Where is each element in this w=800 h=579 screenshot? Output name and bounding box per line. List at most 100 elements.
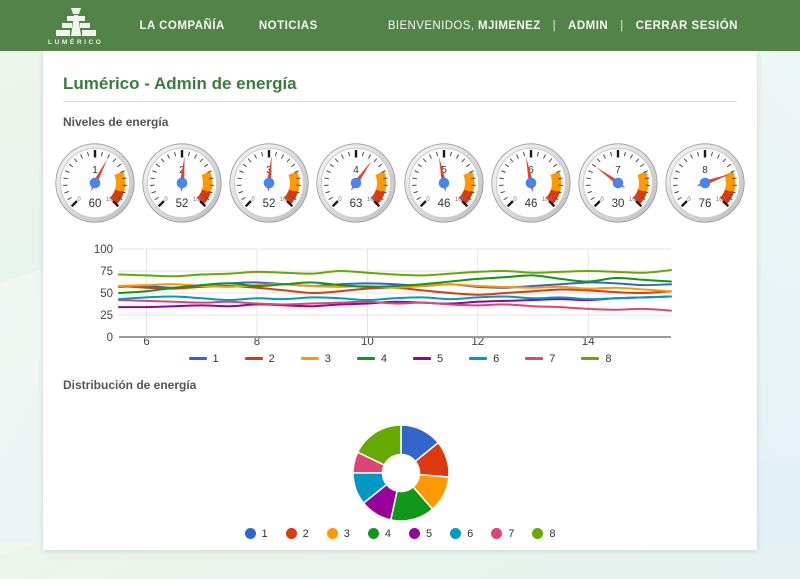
legend-line-swatch [189, 357, 207, 360]
pie-legend-item-5: 5 [409, 528, 432, 540]
line-legend-item-4: 4 [357, 353, 387, 365]
line-legend-item-2: 2 [245, 353, 275, 365]
legend-label: 1 [262, 528, 268, 540]
svg-text:4: 4 [354, 165, 360, 176]
svg-text:25: 25 [100, 310, 113, 322]
svg-text:1: 1 [92, 165, 98, 176]
pyramid-logo-icon [52, 7, 100, 38]
gauges-row: 0100160010025201003520100463010054601006… [55, 143, 745, 223]
legend-label: 3 [344, 528, 350, 540]
legend-label: 1 [213, 353, 219, 365]
legend-label: 3 [325, 353, 331, 365]
nav-separator: | [620, 20, 623, 32]
legend-line-swatch [581, 357, 599, 360]
svg-text:100: 100 [106, 197, 117, 203]
svg-text:60: 60 [89, 198, 102, 210]
pie-legend-item-8: 8 [532, 528, 555, 540]
divider [63, 101, 737, 102]
gauge-4: 0100463 [316, 143, 396, 223]
svg-text:75: 75 [100, 266, 113, 278]
svg-text:52: 52 [176, 198, 189, 210]
svg-text:100: 100 [629, 197, 640, 203]
svg-text:100: 100 [193, 197, 204, 203]
line-legend-item-8: 8 [581, 353, 611, 365]
pie-legend-item-2: 2 [286, 528, 309, 540]
svg-text:100: 100 [94, 244, 113, 256]
svg-text:30: 30 [611, 198, 624, 210]
brand-name: LUMÉRICO [48, 39, 103, 46]
svg-text:7: 7 [615, 165, 621, 176]
gauge-2: 0100252 [142, 143, 222, 223]
nav-logout-link[interactable]: CERRAR SESIÓN [636, 20, 738, 32]
gauge-8: 0100876 [665, 143, 745, 223]
legend-label: 5 [437, 353, 443, 365]
pie-legend-item-6: 6 [450, 528, 473, 540]
legend-line-swatch [469, 357, 487, 360]
svg-text:100: 100 [367, 197, 378, 203]
line-legend-item-3: 3 [301, 353, 331, 365]
gauge-1: 0100160 [55, 143, 135, 223]
svg-text:46: 46 [524, 198, 537, 210]
line-legend-item-7: 7 [525, 353, 555, 365]
nav-admin-link[interactable]: ADMIN [568, 20, 608, 32]
legend-dot-swatch [245, 528, 256, 539]
legend-dot-swatch [450, 528, 461, 539]
gauge-7: 0100730 [578, 143, 658, 223]
legend-label: 6 [467, 528, 473, 540]
legend-dot-swatch [368, 528, 379, 539]
svg-text:50: 50 [100, 288, 113, 300]
legend-label: 2 [303, 528, 309, 540]
main-nav-item[interactable]: NOTICIAS [259, 20, 318, 32]
legend-label: 8 [549, 528, 555, 540]
legend-dot-swatch [327, 528, 338, 539]
line-legend-item-5: 5 [413, 353, 443, 365]
svg-text:63: 63 [350, 198, 363, 210]
legend-line-swatch [413, 357, 431, 360]
svg-text:100: 100 [280, 197, 291, 203]
svg-text:100: 100 [542, 197, 553, 203]
gauge-3: 0100352 [229, 143, 309, 223]
line-legend-item-6: 6 [469, 353, 499, 365]
gauge-6: 0100646 [491, 143, 571, 223]
welcome-text: BIENVENIDOS, MJIMENEZ [388, 20, 541, 32]
svg-text:46: 46 [437, 198, 450, 210]
legend-line-swatch [301, 357, 319, 360]
legend-label: 5 [426, 528, 432, 540]
legend-label: 8 [605, 353, 611, 365]
legend-line-swatch [357, 357, 375, 360]
legend-label: 6 [493, 353, 499, 365]
section-distribution-title: Distribución de energía [63, 378, 737, 392]
line-legend-item-1: 1 [189, 353, 219, 365]
pie-chart [63, 394, 737, 522]
pie-chart-legend: 12345678 [63, 527, 737, 540]
username: MJIMENEZ [478, 20, 541, 32]
legend-dot-swatch [409, 528, 420, 539]
line-chart-legend: 1 2 3 4 5 6 7 8 [63, 352, 737, 365]
legend-dot-swatch [532, 528, 543, 539]
legend-dot-swatch [491, 528, 502, 539]
pie-legend-item-3: 3 [327, 528, 350, 540]
page-title: Lumérico - Admin de energía [63, 73, 737, 94]
legend-line-swatch [245, 357, 263, 360]
main-nav-item[interactable]: LA COMPAÑÍA [139, 20, 224, 32]
legend-label: 4 [381, 353, 387, 365]
section-levels-title: Niveles de energía [63, 115, 737, 129]
legend-label: 4 [385, 528, 391, 540]
content-card: Lumérico - Admin de energía Niveles de e… [43, 51, 757, 550]
user-nav: BIENVENIDOS, MJIMENEZ | ADMIN | CERRAR S… [388, 20, 800, 32]
pie-legend-item-4: 4 [368, 528, 391, 540]
svg-text:8: 8 [702, 165, 708, 176]
line-chart: 681012140255075100 [63, 241, 737, 349]
svg-text:52: 52 [263, 198, 276, 210]
pie-legend-item-1: 1 [245, 528, 268, 540]
svg-text:0: 0 [107, 332, 113, 344]
legend-line-swatch [525, 357, 543, 360]
gauge-5: 0100546 [404, 143, 484, 223]
legend-label: 7 [549, 353, 555, 365]
svg-text:100: 100 [716, 197, 727, 203]
top-nav-bar: LUMÉRICO LA COMPAÑÍA NOTICIAS BIENVENIDOS… [0, 0, 800, 51]
svg-text:100: 100 [454, 197, 465, 203]
legend-dot-swatch [286, 528, 297, 539]
brand-logo[interactable]: LUMÉRICO [48, 7, 103, 46]
nav-separator: | [553, 20, 556, 32]
